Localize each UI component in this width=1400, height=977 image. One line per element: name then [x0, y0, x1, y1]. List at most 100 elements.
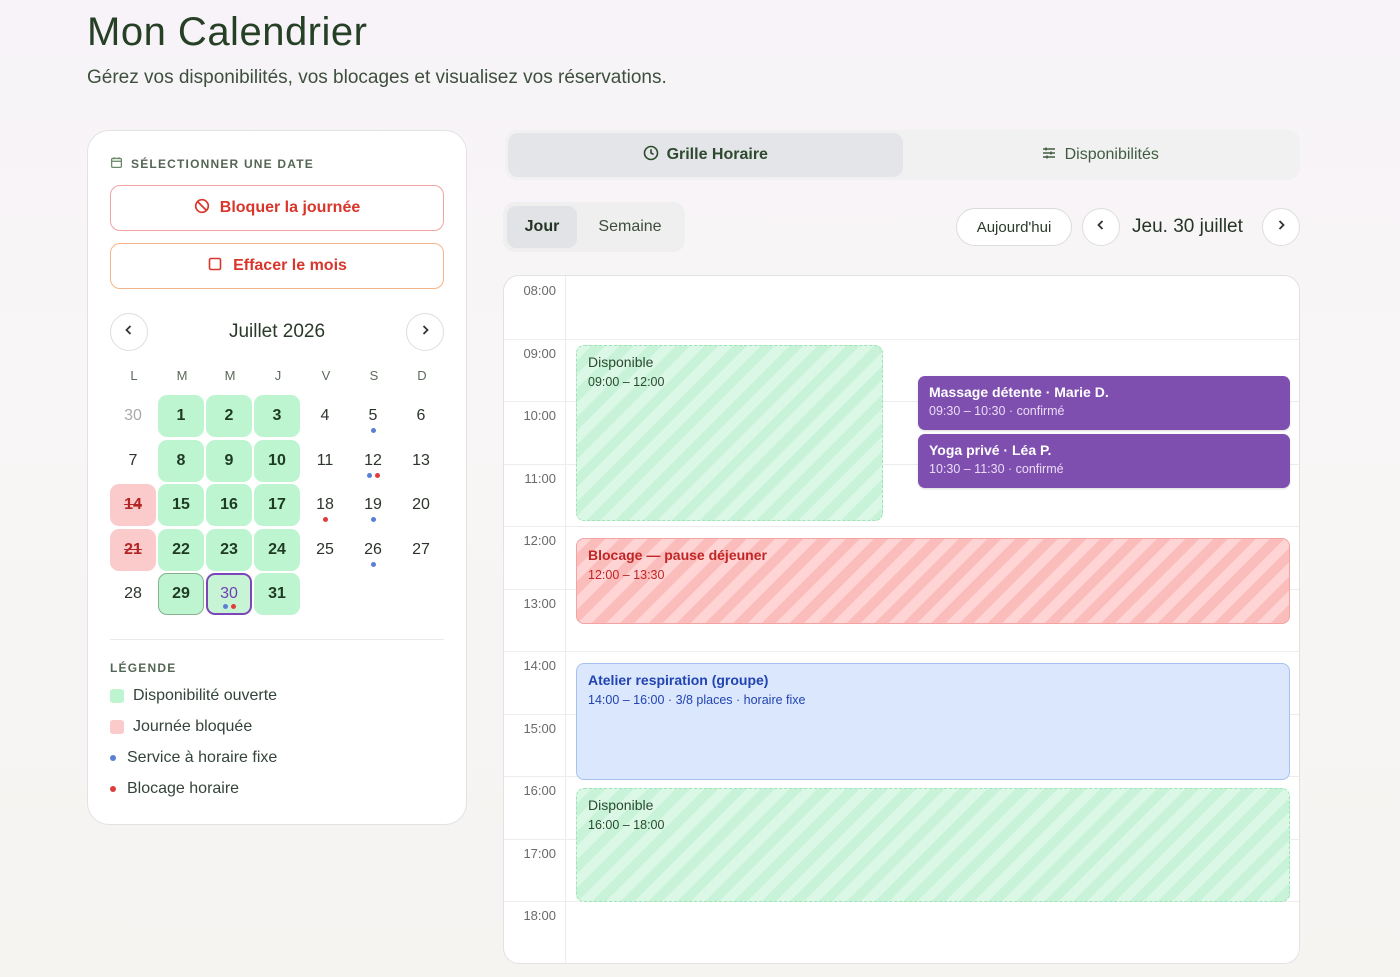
time-column: 08:00 09:00 10:00 11:00 12:00 13:00 14:00 15:00…	[504, 276, 566, 963]
calendar-day[interactable]: 17	[254, 484, 300, 526]
calendar-day[interactable]: 29	[158, 573, 204, 615]
calendar-day[interactable]: 5	[350, 395, 396, 437]
tab-grid[interactable]: Grille Horaire	[508, 133, 903, 177]
day-number: 17	[268, 496, 286, 513]
calendar-day[interactable]: 8	[158, 439, 204, 482]
day-number: 10	[268, 451, 286, 469]
calendar-day[interactable]: 1	[158, 395, 204, 437]
day-number: 9	[224, 451, 234, 469]
event-details: 14:00 – 16:00 · 3/8 places · horaire fix…	[588, 693, 806, 708]
hour-label: 08:00	[523, 283, 556, 298]
prev-day-button[interactable]	[1082, 208, 1120, 246]
calendar-day[interactable]: 12	[350, 440, 396, 482]
calendar-day[interactable]: 21	[110, 528, 156, 571]
calendar-day[interactable]: 24	[254, 528, 300, 571]
calendar-day[interactable]: 14	[110, 484, 156, 526]
prev-month-button[interactable]	[110, 313, 148, 351]
calendar-day[interactable]: 11	[302, 440, 348, 482]
avail-event[interactable]: Disponible 09:00 – 12:00	[576, 344, 883, 521]
calendar-grid: 30 1 2 3 4 5 6 7 8 9 10 11 12 13 14 15 16 17 18 19 20 21 22 23 2…	[110, 395, 444, 615]
chevron-right-icon	[419, 323, 431, 341]
next-month-button[interactable]	[406, 313, 444, 351]
block-day-label: Bloquer la journée	[219, 199, 361, 216]
event-title: Yoga privé · Léa P.	[929, 441, 1052, 458]
calendar-day[interactable]: 2	[206, 395, 252, 437]
calendar-day[interactable]: 31	[254, 573, 300, 615]
calendar-day[interactable]: 20	[398, 484, 444, 526]
next-day-button[interactable]	[1262, 208, 1300, 246]
event-title: Massage détente · Marie D.	[929, 383, 1109, 400]
weekday-label: L	[130, 368, 138, 383]
block-event[interactable]: Blocage — pause déjeuner 12:00 – 13:30	[576, 538, 1290, 624]
day-number: 23	[220, 540, 238, 558]
event-title: Disponible	[588, 797, 654, 814]
day-indicators	[350, 472, 396, 478]
day-number: 1	[176, 407, 186, 424]
tab-availability[interactable]: Disponibilités	[903, 133, 1298, 177]
calendar-day[interactable]: 7	[110, 440, 156, 482]
blue-dot-icon	[370, 517, 376, 522]
calendar-day[interactable]: 15	[158, 484, 204, 526]
weekday-label: M	[176, 368, 188, 383]
mode-tabs: Jour Semaine	[503, 202, 685, 252]
blue-dot-icon	[110, 755, 116, 761]
day-number: 22	[172, 540, 190, 558]
booking-event[interactable]: Massage détente · Marie D. 09:30 – 10:30 …	[918, 375, 1290, 430]
calendar-day[interactable]: 10	[254, 439, 300, 482]
tab-grid-label: Grille Horaire	[666, 146, 768, 163]
red-dot-icon	[322, 517, 328, 522]
event-title: Disponible	[588, 353, 654, 370]
calendar-day[interactable]: 13	[398, 440, 444, 482]
calendar-day[interactable]: 30	[206, 573, 252, 615]
tab-week[interactable]: Semaine	[581, 206, 679, 248]
event-details: 10:30 – 11:30 · confirmé	[929, 461, 1064, 476]
chevron-left-icon	[123, 323, 135, 341]
calendar-day[interactable]: 19	[350, 484, 396, 526]
calendar-day[interactable]: 4	[302, 395, 348, 437]
calendar-day[interactable]: 16	[206, 484, 252, 526]
calendar-day[interactable]: 30	[110, 395, 156, 437]
booking-event[interactable]: Yoga privé · Léa P. 10:30 – 11:30 · confi…	[918, 433, 1290, 489]
legend-label: Journée bloquée	[133, 718, 253, 735]
tab-day[interactable]: Jour	[507, 206, 577, 248]
chevron-left-icon	[1095, 218, 1107, 236]
legend-item-blocked: Journée bloquée	[110, 718, 252, 736]
calendar-day[interactable]: 23	[206, 528, 252, 571]
block-day-button[interactable]: Bloquer la journée	[110, 185, 444, 231]
group-event[interactable]: Atelier respiration (groupe) 14:00 – 16:0…	[576, 663, 1290, 780]
day-number: 4	[320, 407, 330, 424]
calendar-day[interactable]: 6	[398, 395, 444, 437]
day-number: 28	[124, 585, 142, 602]
calendar-day[interactable]: 9	[206, 439, 252, 482]
day-indicators	[350, 561, 396, 567]
tab-availability-label: Disponibilités	[1064, 146, 1159, 163]
calendar-day[interactable]: 27	[398, 529, 444, 571]
calendar-day[interactable]: 18	[302, 484, 348, 526]
calendar-day[interactable]: 22	[158, 528, 204, 571]
time-grid: 08:00 09:00 10:00 11:00 12:00 13:00 14:00 15:00…	[503, 275, 1300, 964]
legend-divider	[110, 639, 444, 640]
day-number: 26	[364, 540, 382, 558]
legend-item-hour-block: Blocage horaire	[110, 780, 239, 798]
calendar-day[interactable]: 26	[350, 529, 396, 571]
day-number: 30	[124, 407, 142, 424]
calendar-day[interactable]: 25	[302, 529, 348, 571]
date-picker-title: SÉLECTIONNER UNE DATE	[131, 157, 314, 171]
date-picker-header: SÉLECTIONNER UNE DATE	[110, 156, 314, 172]
clear-month-button[interactable]: Effacer le mois	[110, 243, 444, 289]
day-number: 14	[124, 496, 142, 513]
square-icon	[207, 256, 223, 277]
day-number: 24	[268, 540, 286, 558]
calendar-day[interactable]: 28	[110, 573, 156, 615]
day-number: 16	[220, 496, 238, 513]
today-button[interactable]: Aujourd'hui	[956, 208, 1072, 246]
day-indicators	[302, 517, 348, 522]
event-details: 09:30 – 10:30 · confirmé	[929, 403, 1065, 418]
hour-label: 13:00	[523, 595, 556, 611]
avail-event[interactable]: Disponible 16:00 – 18:00	[576, 788, 1290, 902]
legend-title: LÉGENDE	[110, 661, 177, 675]
legend-label: Blocage horaire	[127, 780, 240, 797]
hour-label: 15:00	[523, 720, 556, 736]
day-indicators	[208, 604, 250, 609]
calendar-day[interactable]: 3	[254, 395, 300, 437]
